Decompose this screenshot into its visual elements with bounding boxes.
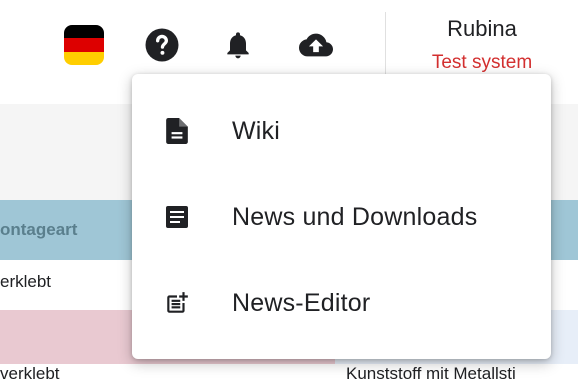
language-flag-germany[interactable]	[64, 25, 104, 65]
post-add-icon	[164, 290, 190, 316]
table-header-cell[interactable]: ontageart	[0, 220, 77, 240]
help-dropdown-menu: Wiki News und Downloads News-Editor	[132, 74, 551, 359]
user-name[interactable]: Rubina	[397, 16, 567, 42]
upload-button[interactable]	[296, 25, 336, 65]
environment-label: Test system	[431, 52, 533, 73]
menu-item-news-editor[interactable]: News-Editor	[132, 260, 551, 346]
help-circle-icon	[145, 28, 179, 62]
notifications-button[interactable]	[218, 25, 258, 65]
help-button[interactable]	[142, 25, 182, 65]
menu-item-wiki[interactable]: Wiki	[132, 88, 551, 174]
menu-item-label: News-Editor	[232, 288, 371, 317]
bell-icon	[227, 32, 249, 59]
article-icon	[164, 204, 190, 230]
menu-item-news-downloads[interactable]: News und Downloads	[132, 174, 551, 260]
cloud-upload-icon	[299, 33, 333, 57]
menu-item-label: News und Downloads	[232, 202, 478, 231]
document-icon	[164, 118, 190, 144]
header-divider	[385, 12, 386, 76]
table-cell: verklebt	[0, 364, 60, 383]
table-cell: Kunststoff mit Metallsti	[346, 364, 516, 383]
table-cell: erklebt	[0, 272, 52, 291]
menu-item-label: Wiki	[232, 116, 281, 145]
